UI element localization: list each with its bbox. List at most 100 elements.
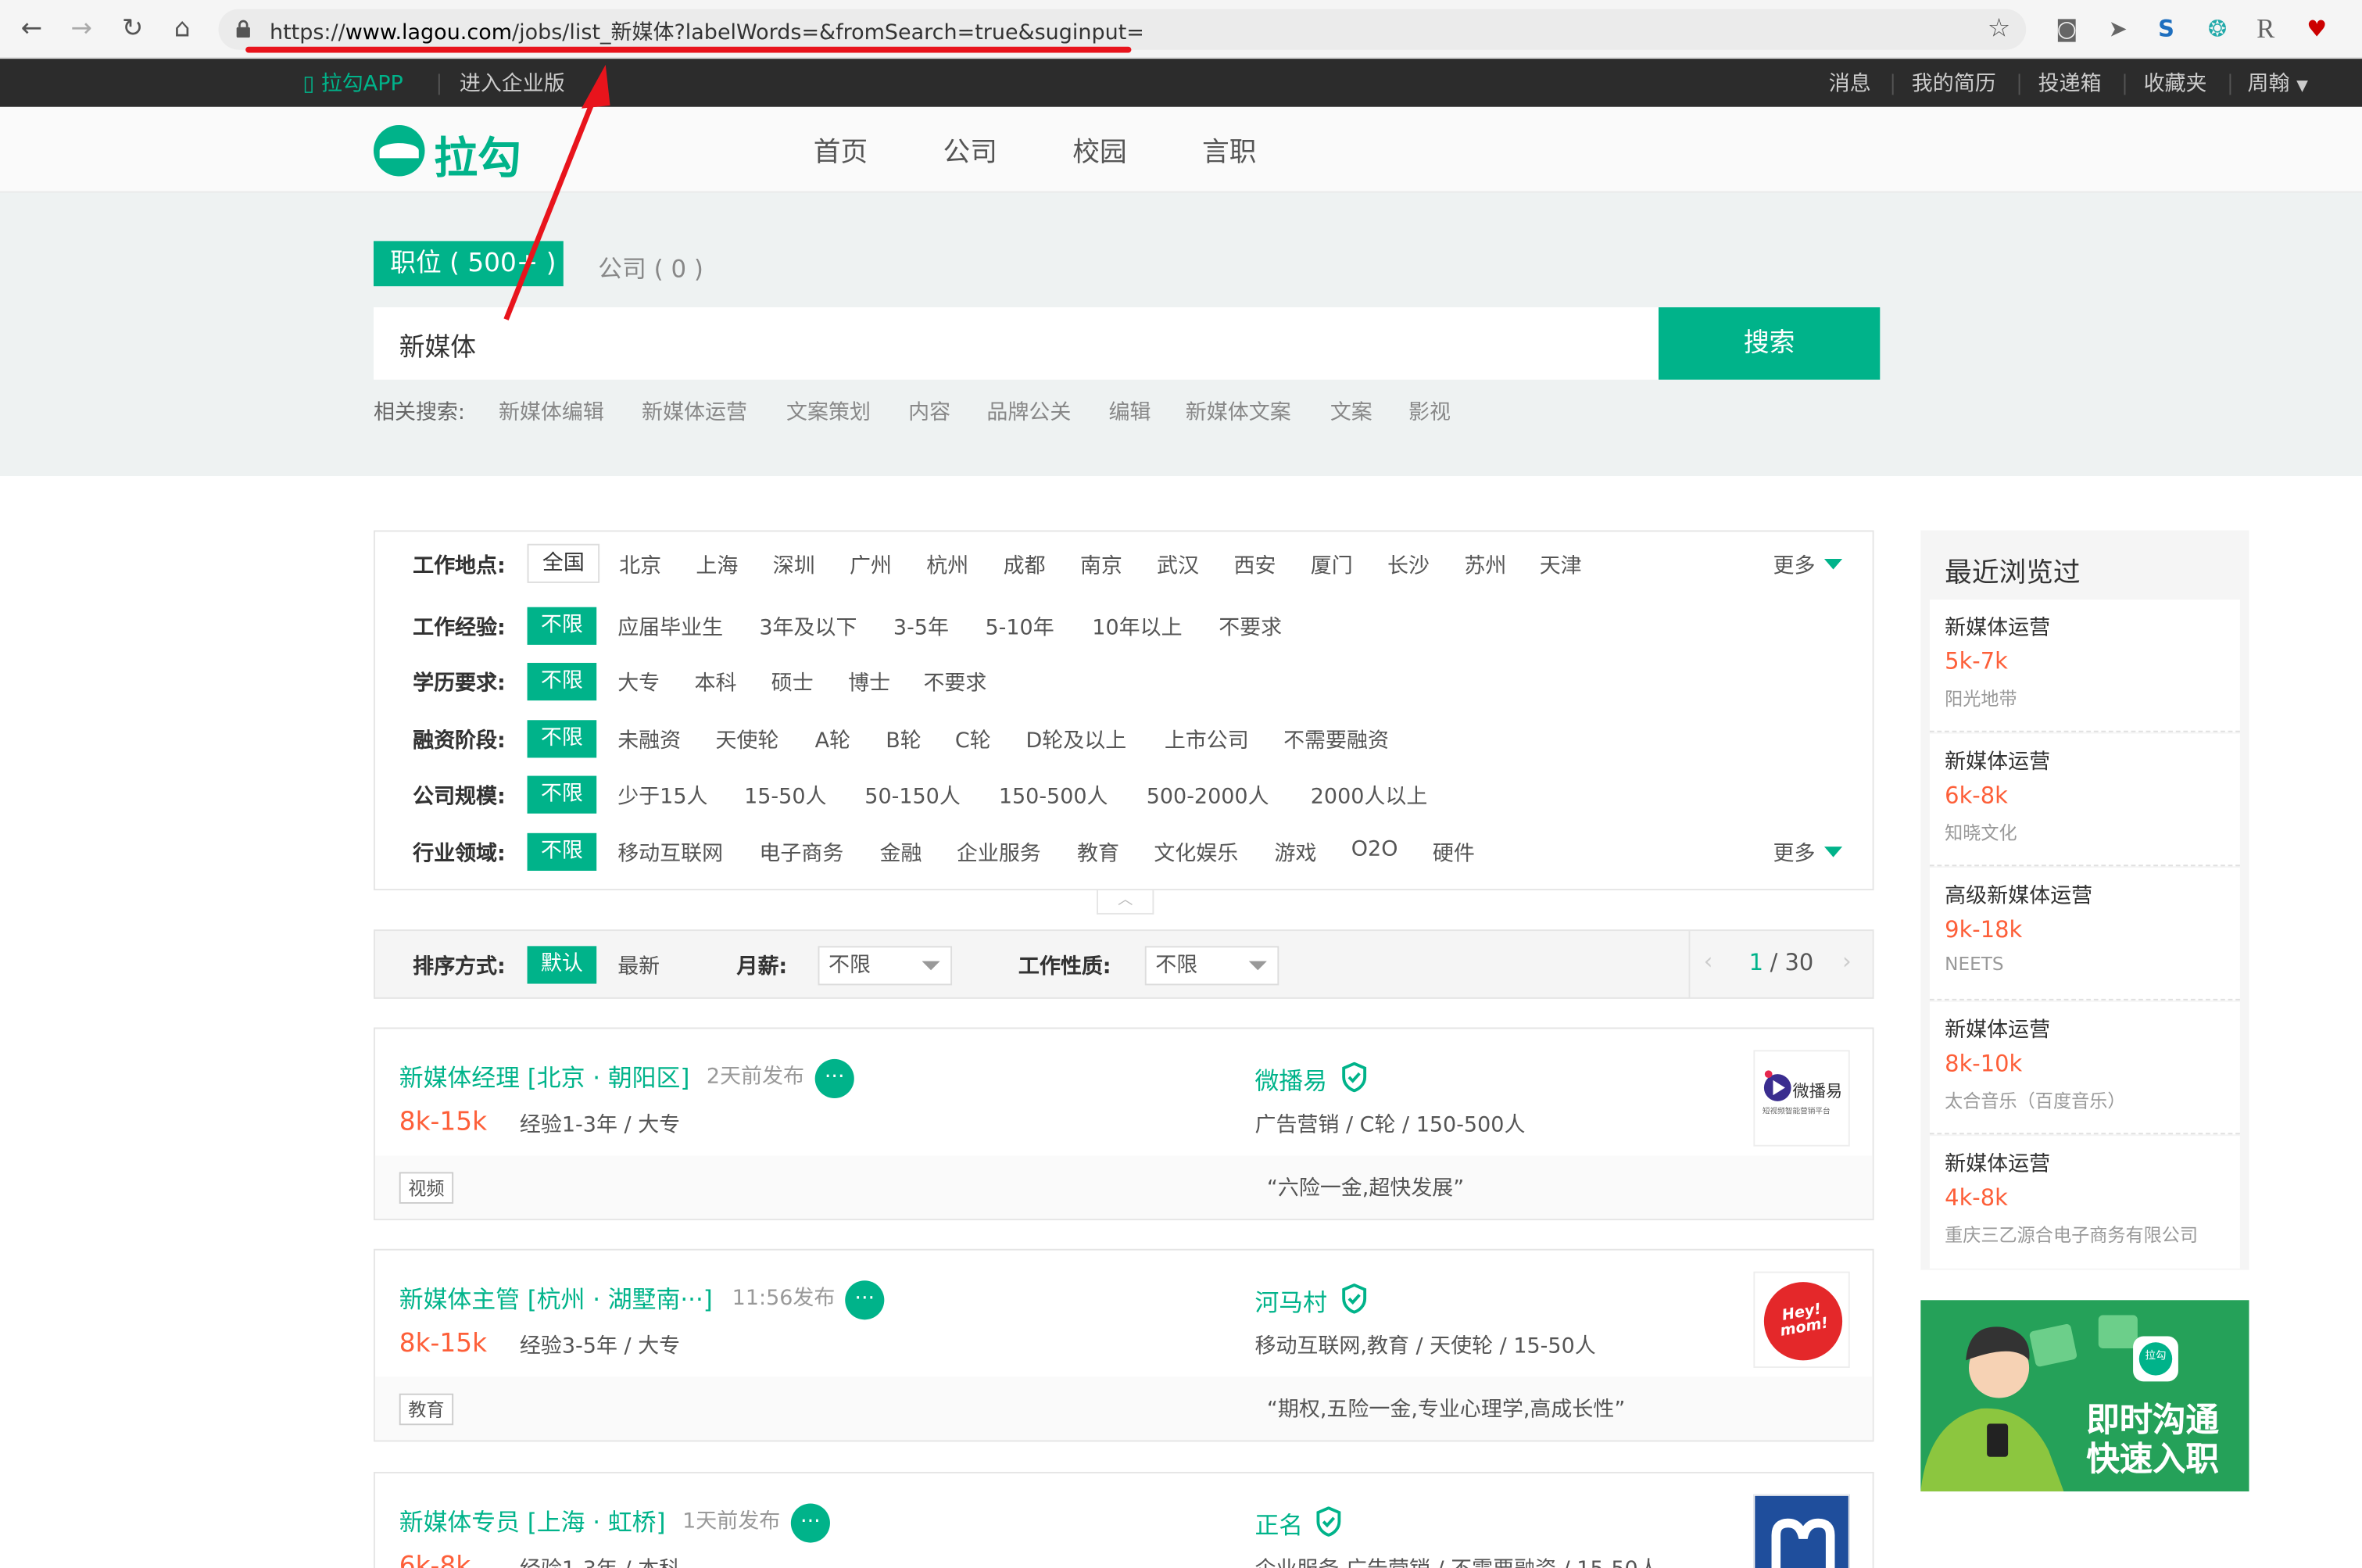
resume-link[interactable]: 我的简历 — [1912, 68, 1996, 98]
back-icon[interactable]: ← — [16, 13, 47, 44]
job-card[interactable]: 新媒体专员 [上海 · 虹桥] 1天前发布 ··· 6k-8k 经验1-3年 /… — [373, 1471, 1874, 1568]
filter-education-option[interactable]: 大专 — [617, 668, 660, 698]
filter-funding-option[interactable]: C轮 — [955, 725, 991, 755]
filter-location-option[interactable]: 武汉 — [1157, 550, 1199, 580]
filter-location-option[interactable]: 天津 — [1540, 550, 1582, 580]
filter-experience-option[interactable]: 5-10年 — [985, 611, 1054, 642]
filter-experience-selected[interactable]: 不限 — [527, 607, 597, 645]
filter-industry-selected[interactable]: 不限 — [527, 832, 597, 871]
user-menu[interactable]: 周翰 ▼ — [2248, 68, 2308, 98]
related-search-item[interactable]: 新媒体运营 — [642, 396, 747, 427]
pocket-extension-icon[interactable]: ♥ — [2302, 13, 2332, 44]
collapse-filters-button[interactable]: ︿ — [1097, 890, 1154, 915]
filter-education-option[interactable]: 硕士 — [771, 668, 814, 698]
related-search-item[interactable]: 新媒体文案 — [1186, 396, 1291, 427]
job-title-link[interactable]: 新媒体主管 [杭州 · 湖墅南···] — [399, 1279, 713, 1315]
app-promo-banner[interactable]: 拉勾 即时沟通 快速入职 — [1920, 1300, 2249, 1492]
filter-education-selected[interactable]: 不限 — [527, 663, 597, 701]
related-search-item[interactable]: 文案 — [1330, 396, 1372, 427]
company-name-link[interactable]: 正名 — [1254, 1505, 1303, 1541]
filter-funding-option[interactable]: 上市公司 — [1165, 725, 1249, 755]
forward-icon[interactable]: → — [66, 13, 97, 44]
search-button[interactable]: 搜索 — [1658, 307, 1881, 380]
job-card[interactable]: 新媒体经理 [北京 · 朝阳区] 2天前发布 ··· 8k-15k 经验1-3年… — [373, 1027, 1874, 1221]
filter-location-option[interactable]: 深圳 — [773, 550, 815, 580]
company-logo[interactable]: 微播易 短视频智能营销平台 — [1753, 1050, 1850, 1147]
filter-industry-option[interactable]: O2O — [1351, 838, 1398, 862]
home-icon[interactable]: ⌂ — [167, 13, 198, 44]
bookmark-star-icon[interactable]: ☆ — [1984, 13, 2014, 44]
favorites-link[interactable]: 收藏夹 — [2144, 68, 2207, 98]
related-search-item[interactable]: 影视 — [1408, 396, 1451, 427]
filter-location-selected[interactable]: 全国 — [527, 543, 600, 583]
nav-yanzhi[interactable]: 言职 — [1202, 131, 1256, 170]
nav-campus[interactable]: 校园 — [1072, 131, 1126, 170]
job-type-dropdown[interactable]: 不限 — [1144, 946, 1279, 986]
filter-experience-option[interactable]: 10年以上 — [1092, 611, 1182, 642]
related-search-item[interactable]: 编辑 — [1109, 396, 1151, 427]
job-card[interactable]: 新媒体主管 [杭州 · 湖墅南···] 11:56发布 ··· 8k-15k 经… — [373, 1248, 1874, 1442]
filter-size-option[interactable]: 50-150人 — [864, 780, 961, 811]
prev-page-icon[interactable]: ‹ — [1704, 947, 1713, 975]
recent-job-item[interactable]: 新媒体运营 8k-10k 太合音乐（百度音乐） — [1929, 1001, 2240, 1135]
filter-industry-option[interactable]: 硬件 — [1433, 838, 1475, 868]
filter-industry-option[interactable]: 教育 — [1077, 838, 1119, 868]
related-search-item[interactable]: 内容 — [908, 396, 950, 427]
filter-funding-option[interactable]: A轮 — [815, 725, 850, 755]
filter-education-option[interactable]: 不要求 — [923, 668, 986, 698]
filter-funding-option[interactable]: D轮及以上 — [1026, 725, 1127, 755]
chat-icon[interactable]: ··· — [814, 1058, 854, 1099]
recent-job-item[interactable]: 新媒体运营 6k-8k 知晓文化 — [1929, 733, 2240, 867]
filter-size-option[interactable]: 少于15人 — [617, 780, 707, 811]
filter-industry-option[interactable]: 电子商务 — [759, 838, 843, 868]
filter-funding-option[interactable]: 天使轮 — [715, 725, 778, 755]
job-title-link[interactable]: 新媒体专员 [上海 · 虹桥] — [399, 1502, 666, 1538]
filter-location-option[interactable]: 南京 — [1080, 550, 1122, 580]
filter-size-option[interactable]: 2000人以上 — [1311, 780, 1428, 811]
bird-extension-icon[interactable]: ➤ — [2103, 13, 2134, 44]
company-logo[interactable]: Hey! mom! — [1753, 1271, 1850, 1369]
filter-location-option[interactable]: 厦门 — [1311, 550, 1353, 580]
sort-latest-button[interactable]: 最新 — [617, 950, 660, 981]
related-search-item[interactable]: 文案策划 — [786, 396, 871, 427]
filter-funding-selected[interactable]: 不限 — [527, 720, 597, 758]
filter-industry-option[interactable]: 游戏 — [1275, 838, 1317, 868]
filter-funding-option[interactable]: 未融资 — [617, 725, 681, 755]
company-name-link[interactable]: 河马村 — [1254, 1282, 1327, 1318]
address-bar[interactable]: https://www.lagou.com/jobs/list_新媒体?labe… — [218, 9, 2027, 50]
filter-industry-option[interactable]: 金融 — [880, 838, 922, 868]
filter-experience-option[interactable]: 3年及以下 — [759, 611, 857, 642]
company-name-link[interactable]: 微播易 — [1254, 1061, 1327, 1097]
tab-companies[interactable]: 公司 ( 0 ) — [598, 249, 703, 285]
camera-extension-icon[interactable]: ◙ — [2052, 13, 2082, 44]
filter-location-option[interactable]: 北京 — [619, 550, 661, 580]
filter-experience-option[interactable]: 3-5年 — [893, 611, 949, 642]
filter-education-option[interactable]: 博士 — [848, 668, 890, 698]
nav-home[interactable]: 首页 — [814, 131, 868, 170]
filter-funding-option[interactable]: B轮 — [886, 725, 922, 755]
recent-job-item[interactable]: 新媒体运营 4k-8k 重庆三乙源合电子商务有限公司 — [1929, 1136, 2240, 1269]
filter-size-option[interactable]: 150-500人 — [999, 780, 1108, 811]
sort-default-button[interactable]: 默认 — [527, 946, 597, 984]
tab-jobs[interactable]: 职位 ( 500+ ) — [373, 241, 564, 287]
filter-location-option[interactable]: 西安 — [1233, 550, 1276, 580]
filter-location-option[interactable]: 广州 — [850, 550, 892, 580]
filter-size-selected[interactable]: 不限 — [527, 775, 597, 814]
related-search-item[interactable]: 新媒体编辑 — [499, 396, 604, 427]
recent-job-item[interactable]: 高级新媒体运营 9k-18k NEETS — [1929, 868, 2240, 1001]
location-more-button[interactable]: 更多 — [1773, 550, 1843, 580]
filter-location-option[interactable]: 长沙 — [1387, 550, 1430, 580]
industry-more-button[interactable]: 更多 — [1773, 838, 1843, 868]
filter-location-option[interactable]: 苏州 — [1464, 550, 1506, 580]
applications-link[interactable]: 投递箱 — [2038, 68, 2102, 98]
job-title-link[interactable]: 新媒体经理 [北京 · 朝阳区] — [399, 1058, 690, 1094]
messages-link[interactable]: 消息 — [1829, 68, 1871, 98]
recent-job-item[interactable]: 新媒体运营 5k-7k 阳光地带 — [1929, 600, 2240, 732]
filter-experience-option[interactable]: 不要求 — [1219, 611, 1282, 642]
filter-size-option[interactable]: 500-2000人 — [1147, 780, 1269, 811]
salary-dropdown[interactable]: 不限 — [818, 946, 953, 986]
filter-education-option[interactable]: 本科 — [694, 668, 736, 698]
enterprise-link[interactable]: 进入企业版 — [460, 68, 565, 98]
chat-icon[interactable]: ··· — [790, 1503, 830, 1543]
r-extension-icon[interactable]: R — [2250, 13, 2281, 44]
